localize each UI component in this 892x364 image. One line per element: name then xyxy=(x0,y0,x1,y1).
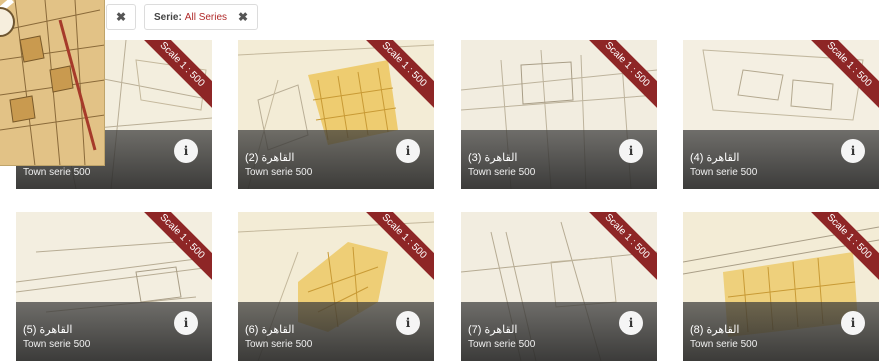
card-overlay: القاهرة (8) Town serie 500 i xyxy=(683,302,879,361)
info-icon[interactable]: i xyxy=(396,311,420,335)
map-card[interactable]: Scale 1 : 500 القاهرة (6) Town serie 500… xyxy=(238,212,434,361)
map-preview-image xyxy=(0,0,105,166)
map-card[interactable]: Scale 1 : 500 القاهرة (4) Town serie 500… xyxy=(683,40,879,189)
card-title[interactable]: القاهرة (6) xyxy=(245,323,294,336)
serie-filter-chip: Serie: All Series ✖ xyxy=(144,4,258,30)
card-overlay: القاهرة (2) Town serie 500 i xyxy=(238,130,434,189)
card-overlay: القاهرة (3) Town serie 500 i xyxy=(461,130,657,189)
info-icon[interactable]: i xyxy=(841,311,865,335)
card-series: Town serie 500 xyxy=(468,339,536,350)
card-series: Town serie 500 xyxy=(690,167,758,178)
card-series: Town serie 500 xyxy=(23,339,91,350)
card-title[interactable]: القاهرة (7) xyxy=(468,323,517,336)
card-title[interactable]: القاهرة (3) xyxy=(468,151,517,164)
card-series: Town serie 500 xyxy=(690,339,758,350)
map-card[interactable]: Scale 1 : 500 القاهرة (5) Town serie 500… xyxy=(16,212,212,361)
map-card[interactable]: Scale 1 : 500 القاهرة (7) Town serie 500… xyxy=(461,212,657,361)
card-series: Town serie 500 xyxy=(245,167,313,178)
map-card[interactable]: Scale 1 : 500 القاهرة (3) Town serie 500… xyxy=(461,40,657,189)
info-icon[interactable]: i xyxy=(619,311,643,335)
card-title[interactable]: القاهرة (8) xyxy=(690,323,739,336)
card-title[interactable]: القاهرة (4) xyxy=(690,151,739,164)
card-overlay: القاهرة (4) Town serie 500 i xyxy=(683,130,879,189)
info-icon[interactable]: i xyxy=(174,139,198,163)
close-icon[interactable]: ✖ xyxy=(238,10,248,24)
close-icon[interactable]: ✖ xyxy=(116,10,126,24)
map-card[interactable]: Scale 1 : 500 القاهرة (2) Town serie 500… xyxy=(238,40,434,189)
card-overlay: القاهرة (5) Town serie 500 i xyxy=(16,302,212,361)
info-icon[interactable]: i xyxy=(396,139,420,163)
card-series: Town serie 500 xyxy=(245,339,313,350)
card-overlay: القاهرة (7) Town serie 500 i xyxy=(461,302,657,361)
serie-filter-label: Serie: xyxy=(154,11,182,23)
card-series: Town serie 500 xyxy=(468,167,536,178)
filter-chip: ✖ xyxy=(106,4,136,30)
card-title[interactable]: القاهرة (5) xyxy=(23,323,72,336)
card-overlay: القاهرة (6) Town serie 500 i xyxy=(238,302,434,361)
info-icon[interactable]: i xyxy=(619,139,643,163)
map-card[interactable]: Scale 1 : 500 القاهرة (8) Town serie 500… xyxy=(683,212,879,361)
serie-filter-value: All Series xyxy=(184,11,228,23)
info-icon[interactable]: i xyxy=(174,311,198,335)
info-icon[interactable]: i xyxy=(841,139,865,163)
card-series: Town serie 500 xyxy=(23,167,91,178)
card-title[interactable]: القاهرة (2) xyxy=(245,151,294,164)
